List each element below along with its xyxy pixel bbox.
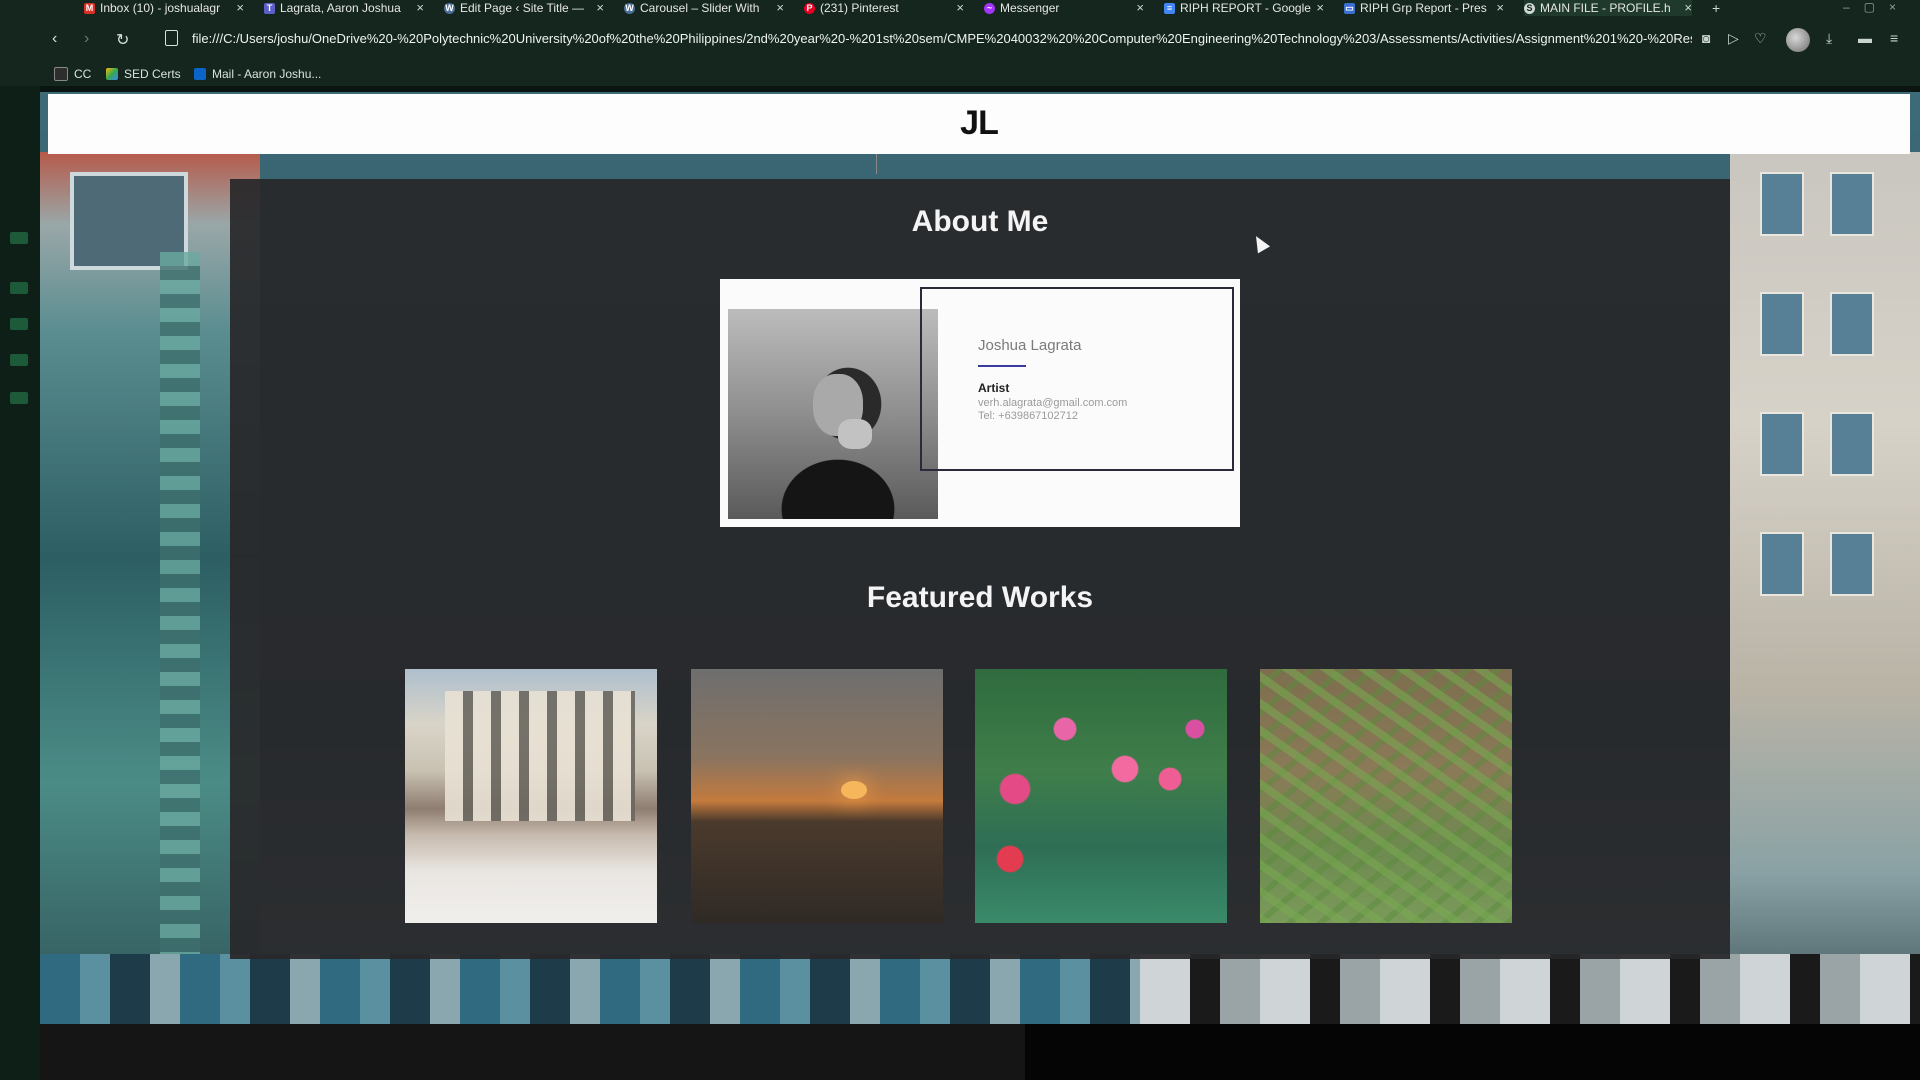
- close-icon[interactable]: ×: [1684, 0, 1692, 15]
- bookmarks-bar: CC SED Certs Mail - Aaron Joshu...: [0, 64, 1920, 86]
- cc-icon: [54, 67, 68, 81]
- featured-gallery: [405, 669, 1540, 925]
- battery-icon[interactable]: ▬: [1858, 30, 1872, 46]
- tab-label: Carousel – Slider With: [640, 1, 760, 15]
- messenger-icon: ~: [984, 2, 995, 14]
- background-window-strip: [0, 0, 40, 1080]
- close-icon[interactable]: ×: [1316, 0, 1324, 15]
- wordpress-icon: W: [444, 2, 455, 14]
- close-icon[interactable]: ×: [1136, 0, 1144, 15]
- tab-label: MAIN FILE - PROFILE.h: [1540, 1, 1671, 15]
- tab-carousel[interactable]: W Carousel – Slider With ×: [624, 0, 784, 16]
- flowers-photo[interactable]: [975, 669, 1227, 923]
- docs-icon: ≡: [1164, 2, 1175, 14]
- gmail-icon: M: [84, 2, 95, 14]
- profile-role: Artist: [978, 381, 1010, 395]
- bookmark-label: Mail - Aaron Joshu...: [212, 67, 322, 81]
- building-photo[interactable]: [405, 669, 657, 923]
- slides-icon: ▭: [1344, 2, 1355, 14]
- about-heading: About Me: [911, 205, 1049, 238]
- tab-pinterest[interactable]: P (231) Pinterest ×: [804, 0, 964, 16]
- bookmark-sed-certs[interactable]: SED Certs: [106, 67, 181, 81]
- webpage-viewport: JL About Me Joshua Lagrata Artist verh.a…: [40, 92, 1920, 1024]
- tab-label: RIPH REPORT - Google: [1180, 1, 1311, 15]
- background-photo-bottom: [40, 954, 1920, 1024]
- content-panel: About Me Joshua Lagrata Artist verh.alag…: [230, 179, 1730, 959]
- drive-icon: [106, 68, 118, 80]
- profile-email[interactable]: verh.alagrata@gmail.com.com: [978, 397, 1127, 409]
- site-header: JL: [48, 94, 1910, 154]
- sunset-photo[interactable]: [691, 669, 943, 923]
- pinterest-icon: P: [804, 2, 815, 14]
- new-tab-icon[interactable]: +: [1712, 0, 1720, 16]
- profile-photo: [728, 309, 938, 519]
- close-icon[interactable]: ×: [776, 0, 784, 15]
- name-underline: [978, 365, 1026, 367]
- tab-label: Messenger: [1000, 1, 1060, 15]
- back-icon[interactable]: ‹: [52, 30, 57, 48]
- profile-card: Joshua Lagrata Artist verh.alagrata@gmai…: [720, 279, 1240, 527]
- tab-label: Inbox (10) - joshualagr: [100, 1, 221, 15]
- tab-riph-grp-report[interactable]: ▭ RIPH Grp Report - Pres ×: [1344, 0, 1504, 16]
- close-icon[interactable]: ×: [1496, 0, 1504, 15]
- teams-icon: T: [264, 2, 275, 14]
- tab-label: Lagrata, Aaron Joshua: [280, 1, 401, 15]
- outlook-icon: [194, 68, 206, 80]
- site-logo[interactable]: JL: [48, 104, 1910, 143]
- profile-avatar[interactable]: [1786, 28, 1810, 52]
- close-icon[interactable]: ×: [236, 0, 244, 15]
- divider: [876, 154, 877, 174]
- tab-label: Edit Page ‹ Site Title —: [460, 1, 585, 15]
- wordpress-icon: W: [624, 2, 635, 14]
- tab-bar: M Inbox (10) - joshualagr × T Lagrata, A…: [0, 0, 1920, 16]
- browser-toolbar: ‹ › ↻ file:///C:/Users/joshu/OneDrive%20…: [0, 16, 1920, 64]
- tab-label: RIPH Grp Report - Pres: [1360, 1, 1487, 15]
- tab-edit-page[interactable]: W Edit Page ‹ Site Title — ×: [444, 0, 604, 16]
- tab-main-file[interactable]: S MAIN FILE - PROFILE.h ×: [1524, 0, 1692, 16]
- tab-gmail[interactable]: M Inbox (10) - joshualagr ×: [84, 0, 244, 16]
- background-photo-right: [1730, 152, 1920, 1024]
- file-icon: S: [1524, 2, 1535, 14]
- bookmark-cc[interactable]: CC: [54, 67, 91, 81]
- plants-photo[interactable]: [1260, 669, 1512, 923]
- featured-heading: Featured Works: [866, 581, 1094, 614]
- tab-messenger[interactable]: ~ Messenger ×: [984, 0, 1144, 16]
- bookmark-mail[interactable]: Mail - Aaron Joshu...: [194, 67, 321, 81]
- close-icon[interactable]: ×: [596, 0, 604, 15]
- send-icon[interactable]: ▷: [1728, 30, 1739, 47]
- window-controls[interactable]: –▢×: [1843, 0, 1910, 14]
- bookmark-label: CC: [74, 67, 92, 81]
- camera-icon[interactable]: ◙: [1702, 30, 1710, 46]
- page-icon: [165, 30, 178, 46]
- bottom-area: [40, 1024, 1920, 1080]
- heart-icon[interactable]: ♡: [1754, 30, 1767, 47]
- download-icon[interactable]: ⤓: [1826, 30, 1832, 47]
- address-bar[interactable]: file:///C:/Users/joshu/OneDrive%20-%20Po…: [165, 24, 1695, 52]
- tab-riph-report[interactable]: ≡ RIPH REPORT - Google ×: [1164, 0, 1324, 16]
- forward-icon[interactable]: ›: [84, 30, 89, 48]
- profile-name: Joshua Lagrata: [978, 337, 1082, 354]
- reload-icon[interactable]: ↻: [116, 30, 129, 50]
- close-icon[interactable]: ×: [956, 0, 964, 15]
- tab-label: (231) Pinterest: [820, 1, 899, 15]
- url-text[interactable]: file:///C:/Users/joshu/OneDrive%20-%20Po…: [192, 31, 1692, 46]
- bookmark-label: SED Certs: [124, 67, 181, 81]
- close-icon[interactable]: ×: [416, 0, 424, 15]
- contact-box: Joshua Lagrata Artist verh.alagrata@gmai…: [920, 287, 1234, 471]
- menu-icon[interactable]: ≡: [1890, 30, 1898, 46]
- background-photo-left: [40, 152, 260, 1024]
- profile-tel: Tel: +639867102712: [978, 410, 1079, 422]
- tab-teams[interactable]: T Lagrata, Aaron Joshua ×: [264, 0, 424, 16]
